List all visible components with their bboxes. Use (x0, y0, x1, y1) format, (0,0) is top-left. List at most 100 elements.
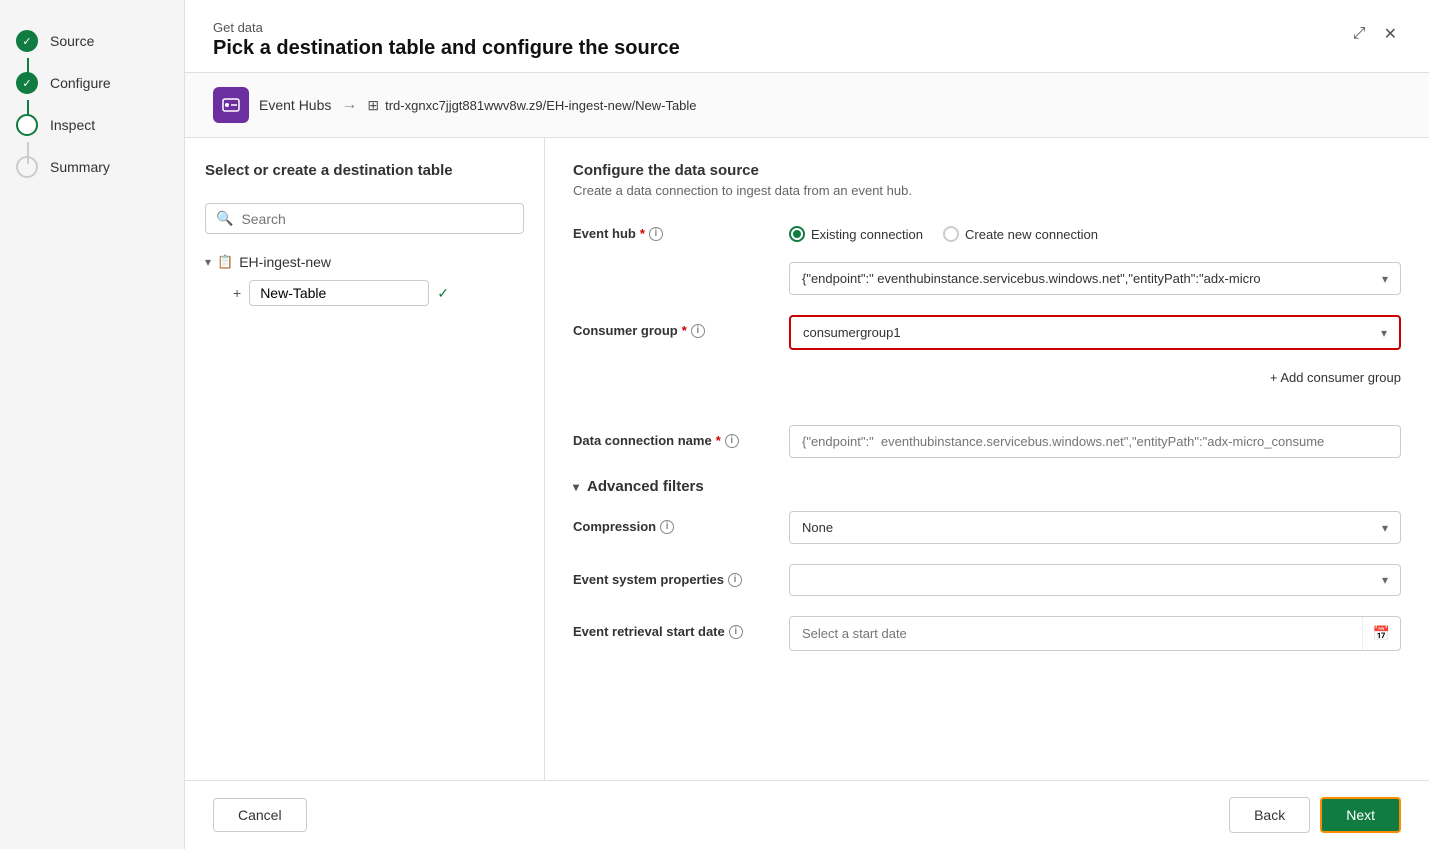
left-panel: Select or create a destination table 🔍 ▾… (185, 138, 545, 780)
connection-radio-group: Existing connection Create new connectio… (789, 218, 1401, 242)
tree-parent-item[interactable]: ▾ 📋 EH-ingest-new (205, 250, 524, 274)
event-hub-control: Existing connection Create new connectio… (789, 218, 1401, 242)
existing-connection-label: Existing connection (811, 227, 923, 242)
data-connection-label: Data connection name * i (573, 425, 773, 448)
compression-dropdown[interactable]: None ▾ (789, 511, 1401, 544)
inspect-step-circle (16, 114, 38, 136)
data-connection-info-icon[interactable]: i (725, 434, 739, 448)
event-system-properties-label: Event system properties i (573, 564, 773, 587)
search-input[interactable] (241, 211, 513, 227)
tree-parent-label: EH-ingest-new (239, 254, 331, 270)
configure-step-circle: ✓ (16, 72, 38, 94)
compression-label: Compression i (573, 511, 773, 534)
sidebar-item-inspect[interactable]: Inspect (0, 104, 184, 146)
connection-dropdown[interactable]: {"endpoint":" eventhubinstance.servicebu… (789, 262, 1401, 295)
connection-dropdown-row: {"endpoint":" eventhubinstance.servicebu… (573, 262, 1401, 295)
dialog-header: Get data Pick a destination table and co… (185, 0, 1429, 73)
event-retrieval-row: Event retrieval start date i 📅 (573, 616, 1401, 651)
summary-step-circle (16, 156, 38, 178)
search-box[interactable]: 🔍 (205, 203, 524, 234)
event-retrieval-label: Event retrieval start date i (573, 616, 773, 639)
compression-caret-icon: ▾ (1382, 521, 1388, 535)
advanced-filters-label: Advanced filters (587, 478, 704, 495)
right-panel-subtitle: Create a data connection to ingest data … (573, 183, 1401, 198)
sidebar-label-summary: Summary (50, 159, 110, 175)
data-connection-input[interactable] (789, 425, 1401, 458)
existing-radio-dot (789, 226, 805, 242)
consumer-group-info-icon[interactable]: i (691, 324, 705, 338)
table-icon: ⊞ (367, 97, 379, 114)
data-connection-name-row: Data connection name * i (573, 425, 1401, 458)
existing-connection-option[interactable]: Existing connection (789, 226, 923, 242)
database-icon: 📋 (217, 254, 233, 270)
calendar-icon[interactable]: 📅 (1362, 617, 1400, 650)
empty-label (573, 262, 773, 270)
compression-row: Compression i None ▾ (573, 511, 1401, 544)
right-panel-title: Configure the data source (573, 162, 1401, 179)
consumer-group-label: Consumer group * i (573, 315, 773, 338)
consumer-group-caret-icon: ▾ (1381, 326, 1387, 340)
consumer-group-dropdown[interactable]: consumergroup1 ▾ (789, 315, 1401, 350)
event-system-properties-row: Event system properties i ▾ (573, 564, 1401, 596)
add-consumer-group-row: + Add consumer group (573, 370, 1401, 405)
check-icon: ✓ (437, 285, 449, 302)
next-button[interactable]: Next (1320, 797, 1401, 833)
new-connection-label: Create new connection (965, 227, 1098, 242)
dialog-title: Pick a destination table and configure t… (213, 37, 680, 60)
event-system-info-icon[interactable]: i (728, 573, 742, 587)
event-hub-info-icon[interactable]: i (649, 227, 663, 241)
sidebar: ✓ Source ✓ Configure Inspect Summary (0, 0, 185, 849)
sidebar-item-source[interactable]: ✓ Source (0, 20, 184, 62)
new-radio-dot (943, 226, 959, 242)
source-step-circle: ✓ (16, 30, 38, 52)
consumer-group-control: consumergroup1 ▾ (789, 315, 1401, 350)
breadcrumb: Event Hubs → ⊞ trd-xgnxc7jjgt881wwv8w.z9… (185, 73, 1429, 138)
back-button[interactable]: Back (1229, 797, 1310, 833)
connection-dropdown-value: {"endpoint":" eventhubinstance.servicebu… (802, 271, 1261, 286)
cancel-button[interactable]: Cancel (213, 798, 307, 832)
breadcrumb-arrow: → (341, 96, 357, 114)
close-button[interactable]: ✕ (1380, 20, 1401, 48)
data-connection-control (789, 425, 1401, 458)
dialog-actions: ⤢ ✕ (1349, 20, 1401, 48)
sidebar-label-inspect: Inspect (50, 117, 95, 133)
table-name-input[interactable] (249, 280, 429, 306)
add-icon[interactable]: + (233, 285, 241, 301)
tree-chevron-icon[interactable]: ▾ (205, 255, 211, 269)
main-content: Get data Pick a destination table and co… (185, 0, 1429, 849)
right-panel: Configure the data source Create a data … (545, 138, 1429, 780)
breadcrumb-table: ⊞ trd-xgnxc7jjgt881wwv8w.z9/EH-ingest-ne… (367, 97, 696, 114)
dropdown-caret-icon: ▾ (1382, 272, 1388, 286)
event-hub-label: Event hub * i (573, 218, 773, 241)
event-system-caret-icon: ▾ (1382, 573, 1388, 587)
compression-value: None (802, 520, 833, 535)
new-connection-option[interactable]: Create new connection (943, 226, 1098, 242)
date-input[interactable] (790, 618, 1362, 649)
consumer-group-row: Consumer group * i consumergroup1 ▾ (573, 315, 1401, 350)
compression-info-icon[interactable]: i (660, 520, 674, 534)
sidebar-label-configure: Configure (50, 75, 111, 91)
date-input-wrapper: 📅 (789, 616, 1401, 651)
dialog-subtitle: Get data (213, 20, 680, 35)
sidebar-item-summary[interactable]: Summary (0, 146, 184, 188)
tree-child-item: + ✓ (205, 274, 524, 312)
consumer-group-value: consumergroup1 (803, 325, 901, 340)
expand-button[interactable]: ⤢ (1349, 21, 1370, 47)
compression-control: None ▾ (789, 511, 1401, 544)
add-consumer-group-button[interactable]: + Add consumer group (1270, 370, 1401, 385)
event-hub-row: Event hub * i Existing connection (573, 218, 1401, 242)
connection-dropdown-control: {"endpoint":" eventhubinstance.servicebu… (789, 262, 1401, 295)
advanced-filters-section[interactable]: ▾ Advanced filters (573, 478, 1401, 495)
footer: Cancel Back Next (185, 780, 1429, 849)
eventhub-icon (213, 87, 249, 123)
footer-right: Back Next (1229, 797, 1401, 833)
sidebar-item-configure[interactable]: ✓ Configure (0, 62, 184, 104)
breadcrumb-source: Event Hubs (259, 97, 331, 113)
body-area: Select or create a destination table 🔍 ▾… (185, 138, 1429, 780)
event-system-dropdown[interactable]: ▾ (789, 564, 1401, 596)
breadcrumb-destination: trd-xgnxc7jjgt881wwv8w.z9/EH-ingest-new/… (385, 98, 696, 113)
collapse-icon: ▾ (573, 480, 579, 494)
left-panel-title: Select or create a destination table (205, 162, 524, 179)
event-retrieval-control: 📅 (789, 616, 1401, 651)
event-retrieval-info-icon[interactable]: i (729, 625, 743, 639)
